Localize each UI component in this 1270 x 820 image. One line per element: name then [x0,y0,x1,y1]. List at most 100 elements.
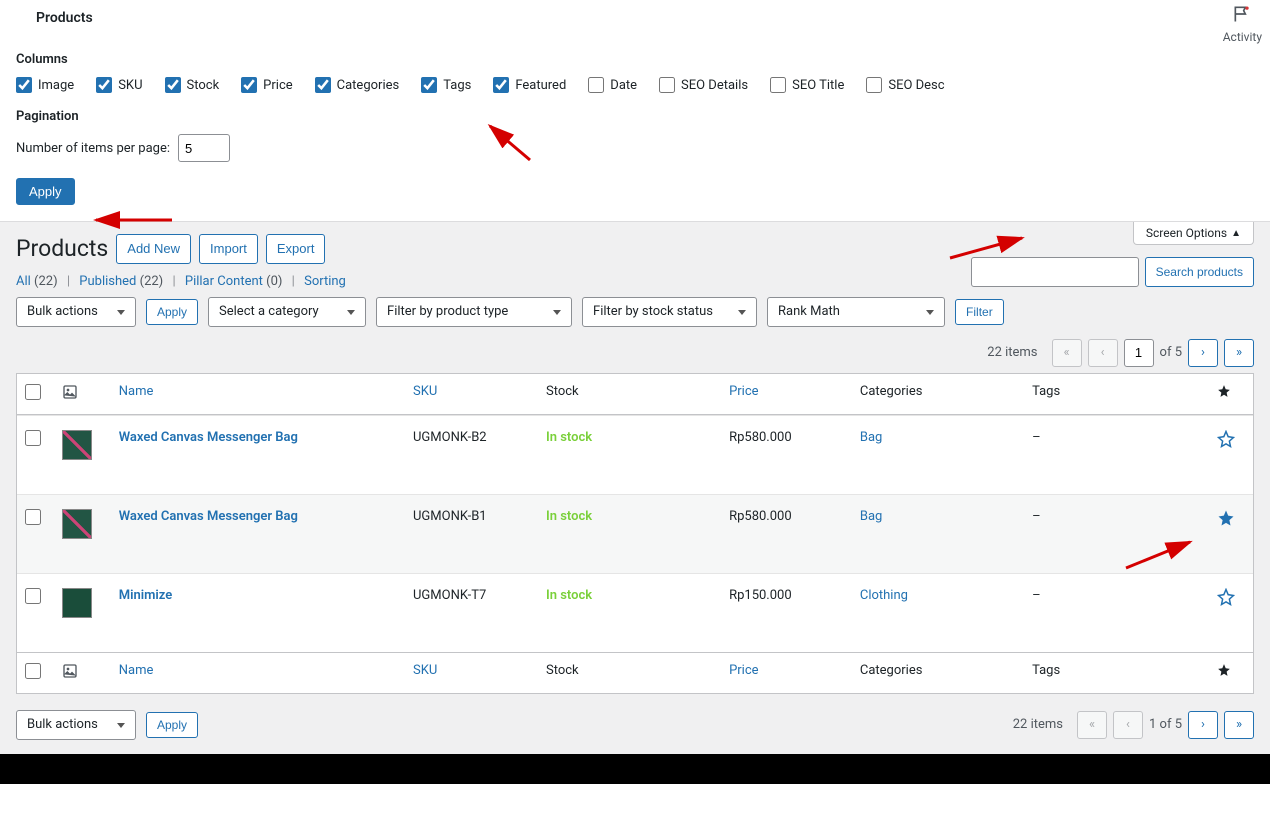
product-price: Rp580.000 [721,415,852,494]
filter-button[interactable]: Filter [955,299,1004,325]
product-type-select[interactable]: Filter by product type [376,297,572,327]
col-stock: Stock [546,384,579,399]
category-select[interactable]: Select a category [208,297,366,327]
product-thumbnail[interactable] [62,430,92,460]
column-toggle-seo-details[interactable]: SEO Details [659,77,748,93]
table-row: Waxed Canvas Messenger Bag UGMONK-B1 In st… [17,494,1253,573]
next-page-button[interactable]: › [1188,339,1218,367]
bulk-apply-button[interactable]: Apply [146,299,198,325]
column-toggle-price[interactable]: Price [241,77,292,93]
row-checkbox[interactable] [25,430,41,446]
search-input[interactable] [971,257,1139,287]
column-checkbox[interactable] [588,77,604,93]
column-checkbox[interactable] [315,77,331,93]
chevron-up-icon: ▲ [1231,228,1241,239]
search-products-button[interactable]: Search products [1145,257,1254,287]
view-all[interactable]: All [16,274,31,289]
screen-options-toggle[interactable]: Screen Options ▲ [1133,222,1254,245]
column-checkbox[interactable] [770,77,786,93]
column-checkbox[interactable] [165,77,181,93]
col-sku-sort-bottom[interactable]: SKU [413,663,437,678]
product-category-link[interactable]: Bag [860,430,882,445]
column-toggle-categories[interactable]: Categories [315,77,400,93]
last-page-button-bottom[interactable]: » [1224,711,1254,739]
view-pillar[interactable]: Pillar Content [185,274,263,289]
product-thumbnail[interactable] [62,588,92,618]
prev-page-button-bottom: ‹ [1113,711,1143,739]
items-per-page-input[interactable] [178,134,230,162]
tablenav-top: 22 items « ‹ of 5 › » [0,335,1270,373]
star-icon [1217,384,1231,398]
column-toggle-sku[interactable]: SKU [96,77,142,93]
row-checkbox[interactable] [25,588,41,604]
product-category-link[interactable]: Bag [860,509,882,524]
page-title: Products [16,235,108,262]
select-all-checkbox-bottom[interactable] [25,663,41,679]
col-price-sort[interactable]: Price [729,384,758,399]
featured-toggle[interactable] [1217,595,1235,610]
columns-heading: Columns [16,52,1254,67]
column-toggle-tags[interactable]: Tags [421,77,471,93]
page-of-text: of 5 [1160,345,1182,360]
product-category-link[interactable]: Clothing [860,588,908,603]
column-checkbox[interactable] [421,77,437,93]
star-icon [1217,663,1231,677]
featured-toggle[interactable] [1217,516,1235,531]
column-checkbox[interactable] [659,77,675,93]
column-toggle-date[interactable]: Date [588,77,637,93]
bulk-apply-button-bottom[interactable]: Apply [146,712,198,738]
column-toggle-image[interactable]: Image [16,77,74,93]
activity-button[interactable]: Activity [1223,4,1262,44]
column-toggle-seo-title[interactable]: SEO Title [770,77,844,93]
featured-toggle[interactable] [1217,437,1235,452]
current-page-input[interactable] [1124,339,1154,367]
column-toggle-stock[interactable]: Stock [165,77,220,93]
first-page-button-bottom: « [1077,711,1107,739]
product-name-link[interactable]: Waxed Canvas Messenger Bag [119,509,298,524]
product-thumbnail[interactable] [62,509,92,539]
activity-label: Activity [1223,30,1262,44]
add-new-button[interactable]: Add New [116,234,191,264]
screen-options-panel: Columns Image SKU Stock Price Categories Tags… [0,26,1270,221]
last-page-button[interactable]: » [1224,339,1254,367]
view-sorting[interactable]: Sorting [304,274,346,289]
product-price: Rp580.000 [721,494,852,573]
product-sku: UGMONK-B1 [405,494,538,573]
row-checkbox[interactable] [25,509,41,525]
view-published[interactable]: Published [79,274,136,289]
col-price-sort-bottom[interactable]: Price [729,663,758,678]
pagination-heading: Pagination [16,109,1254,124]
col-sku-sort[interactable]: SKU [413,384,437,399]
next-page-button-bottom[interactable]: › [1188,711,1218,739]
column-checkbox[interactable] [16,77,32,93]
product-tags: – [1024,415,1209,494]
apply-screen-options-button[interactable]: Apply [16,178,75,205]
product-name-link[interactable]: Minimize [119,588,173,603]
stock-status: In stock [546,509,592,524]
rank-math-select[interactable]: Rank Math [767,297,945,327]
columns-checkboxes: Image SKU Stock Price Categories Tags Featured… [16,77,1254,93]
col-name-sort[interactable]: Name [119,384,154,399]
bulk-actions-select[interactable]: Bulk actions [16,297,136,327]
items-count: 22 items [987,345,1037,360]
filters-bar: Bulk actions Apply Select a category Fil… [0,297,1270,335]
column-checkbox[interactable] [493,77,509,93]
image-icon [62,663,78,679]
column-checkbox[interactable] [866,77,882,93]
product-price: Rp150.000 [721,573,852,652]
col-name-sort-bottom[interactable]: Name [119,663,154,678]
stock-status-select[interactable]: Filter by stock status [582,297,757,327]
product-name-link[interactable]: Waxed Canvas Messenger Bag [119,430,298,445]
import-button[interactable]: Import [199,234,258,264]
export-button[interactable]: Export [266,234,326,264]
tablenav-bottom: 22 items « ‹ 1 of 5 › » [1013,711,1254,739]
product-sku: UGMONK-T7 [405,573,538,652]
column-toggle-seo-desc[interactable]: SEO Desc [866,77,944,93]
product-tags: – [1024,573,1209,652]
bulk-actions-select-bottom[interactable]: Bulk actions [16,710,136,740]
column-toggle-featured[interactable]: Featured [493,77,566,93]
column-checkbox[interactable] [96,77,112,93]
stock-status: In stock [546,588,592,603]
select-all-checkbox[interactable] [25,384,41,400]
column-checkbox[interactable] [241,77,257,93]
